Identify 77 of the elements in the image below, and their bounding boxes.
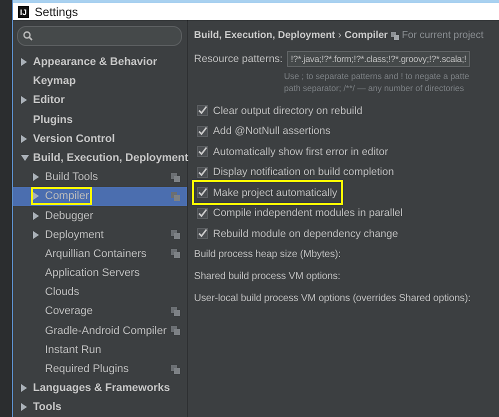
sidebar-item[interactable]: Clouds xyxy=(13,282,187,302)
item-label: Appearance & Behavior xyxy=(33,56,158,68)
expand-arrow-icon xyxy=(21,384,27,392)
option-checkbox[interactable]: Rebuild module on dependency change xyxy=(194,223,402,244)
item-label: Required Plugins xyxy=(45,363,129,376)
item-label: Coverage xyxy=(45,305,93,318)
field-label: User-local build process VM options (overrides Shared options): xyxy=(194,292,472,306)
copy-icon xyxy=(390,32,399,40)
sidebar-item[interactable]: Build Tools xyxy=(13,168,187,187)
checkbox[interactable] xyxy=(197,228,208,240)
option-checkbox[interactable]: Display notification on build completion xyxy=(194,162,398,182)
sidebar-item[interactable]: Plugins xyxy=(13,110,187,130)
expand-arrow-icon xyxy=(33,192,39,200)
item-label: Application Servers xyxy=(45,267,140,280)
item-label: Compiler xyxy=(34,190,90,202)
sidebar-item[interactable]: Editor xyxy=(13,90,187,110)
sidebar-item[interactable]: Application Servers xyxy=(13,264,187,283)
expand-arrow-icon xyxy=(33,212,39,220)
breadcrumb-parent: Build, Execution, Deployment xyxy=(194,30,336,42)
breadcrumb-current: Compiler xyxy=(344,30,388,42)
expand-arrow-icon xyxy=(33,173,39,182)
search-field[interactable] xyxy=(17,26,182,46)
item-label: Editor xyxy=(33,94,65,106)
checkbox[interactable] xyxy=(197,208,208,219)
item-label: Arquillian Containers xyxy=(45,248,146,260)
sidebar-item[interactable]: Gradle-Android Compiler xyxy=(13,321,187,340)
search-icon xyxy=(23,31,33,42)
app-logo: IJ xyxy=(18,6,29,18)
checkbox[interactable] xyxy=(197,187,208,198)
item-label: Build Tools xyxy=(45,171,98,184)
option-checkbox[interactable]: Automatically show first error in editor xyxy=(194,141,392,162)
expand-arrow-icon xyxy=(33,230,39,239)
expand-arrow-icon xyxy=(21,58,27,66)
expand-arrow-icon xyxy=(21,96,27,104)
item-label: Version Control xyxy=(33,132,115,145)
item-label: Keymap xyxy=(33,75,76,88)
option-checkbox[interactable]: Make project automatically xyxy=(194,182,342,203)
item-label: Languages & Frameworks xyxy=(33,382,170,394)
item-label: Plugins xyxy=(33,114,73,126)
sidebar-item[interactable]: Debugger xyxy=(13,206,187,226)
resource-patterns-field[interactable]: !?*.java;!?*.form;!?*.class;!?*.groovy;!?*.scala;! xyxy=(286,51,470,68)
sidebar-item[interactable]: Languages & Frameworks xyxy=(13,378,187,398)
item-label: Clouds xyxy=(45,286,80,298)
sidebar-item[interactable]: Build, Execution, Deployment xyxy=(13,148,187,168)
sidebar-item[interactable]: Coverage xyxy=(13,302,187,322)
collapse-arrow-icon xyxy=(21,154,29,161)
checkbox[interactable] xyxy=(197,126,208,137)
sidebar-item[interactable]: Instant Run xyxy=(13,340,187,360)
item-label: Gradle-Android Compiler xyxy=(45,324,167,337)
hint-text: path separator; /**/ — any number of directories xyxy=(284,82,466,94)
field-label: Shared build process VM options: xyxy=(194,270,342,284)
hint-text: Use ; to separate patterns and ! to negate a patte xyxy=(284,70,470,82)
sidebar-item[interactable]: Arquillian Containers xyxy=(13,244,187,264)
option-checkbox[interactable]: Add @NotNull assertions xyxy=(194,120,334,142)
expand-arrow-icon xyxy=(21,134,27,143)
item-label: Deployment xyxy=(45,228,104,241)
field-label: Build process heap size (Mbytes): xyxy=(194,248,342,262)
option-checkbox[interactable]: Compile independent modules in parallel xyxy=(194,202,407,224)
checkbox[interactable] xyxy=(197,105,208,116)
sidebar-item[interactable]: Required Plugins xyxy=(13,359,187,379)
sidebar-item[interactable]: Deployment xyxy=(13,225,187,244)
item-label: Instant Run xyxy=(45,344,102,356)
sidebar-item[interactable]: Keymap xyxy=(13,72,187,91)
window-title: Settings xyxy=(34,4,78,19)
scope-note: For current project xyxy=(402,30,484,42)
item-label: Tools xyxy=(33,401,62,414)
sidebar-item[interactable]: Appearance & Behavior xyxy=(13,52,187,72)
field-label: Resource patterns: xyxy=(194,53,283,66)
item-label: Build, Execution, Deployment xyxy=(33,152,188,164)
expand-arrow-icon xyxy=(21,403,27,412)
breadcrumb-separator: › xyxy=(338,30,342,42)
checkbox[interactable] xyxy=(197,146,208,158)
item-label: Debugger xyxy=(45,210,94,222)
sidebar-item[interactable]: Tools xyxy=(13,398,187,417)
sidebar-item[interactable]: Version Control xyxy=(13,129,187,148)
checkbox[interactable] xyxy=(197,166,208,178)
option-checkbox[interactable]: Clear output directory on rebuild xyxy=(194,100,366,121)
